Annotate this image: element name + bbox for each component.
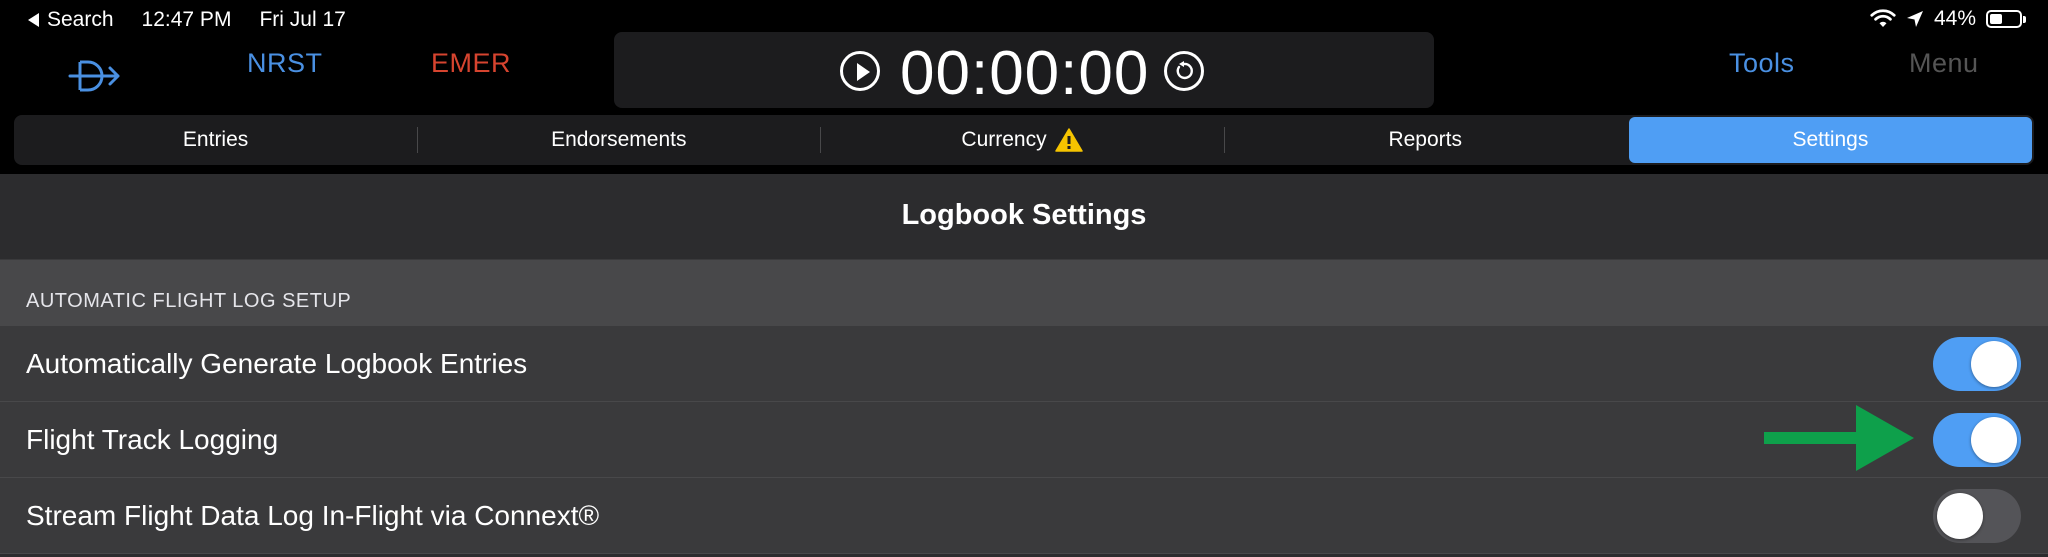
settings-content: Logbook Settings AUTOMATIC FLIGHT LOG SE…	[0, 174, 2048, 557]
direct-to-icon[interactable]	[68, 58, 122, 94]
tab-endorsements[interactable]: Endorsements	[417, 115, 820, 165]
play-icon[interactable]	[840, 51, 880, 91]
tab-label: Entries	[182, 128, 249, 151]
tab-label: Settings	[1792, 128, 1869, 151]
flight-track-toggle[interactable]	[1933, 413, 2021, 467]
warning-icon	[1054, 128, 1083, 152]
flight-timer: 00:00:00	[614, 32, 1434, 108]
tab-settings[interactable]: Settings	[1628, 117, 2033, 163]
setting-row-auto-generate: Automatically Generate Logbook Entries	[0, 326, 2048, 402]
tab-label: Endorsements	[551, 128, 687, 151]
section-label: AUTOMATIC FLIGHT LOG SETUP	[26, 290, 352, 312]
tab-label: Currency	[961, 128, 1047, 151]
title-bar: Logbook Settings	[0, 174, 2048, 260]
emer-button[interactable]: EMER	[431, 48, 511, 79]
tab-reports[interactable]: Reports	[1223, 115, 1627, 165]
setting-row-stream-connext: Stream Flight Data Log In-Flight via Con…	[0, 478, 2048, 554]
top-toolbar: NRST EMER 00:00:00 Tools Menu	[0, 14, 2048, 108]
tab-entries[interactable]: Entries	[14, 115, 417, 165]
reset-icon[interactable]	[1164, 51, 1204, 91]
tab-bar: Entries Endorsements Currency Reports Se…	[14, 115, 2034, 165]
timer-display: 00:00:00	[900, 39, 1150, 108]
menu-button[interactable]: Menu	[1909, 48, 1979, 79]
tab-label: Reports	[1388, 128, 1462, 151]
auto-generate-toggle[interactable]	[1933, 337, 2021, 391]
tab-currency[interactable]: Currency	[820, 115, 1223, 165]
reset-arrow-icon	[1176, 61, 1193, 80]
setting-row-flight-track: Flight Track Logging	[0, 402, 2048, 478]
stream-connext-toggle[interactable]	[1933, 489, 2021, 543]
toggle-knob	[1937, 493, 1983, 539]
setting-label: Flight Track Logging	[26, 424, 279, 455]
setting-label: Automatically Generate Logbook Entries	[26, 348, 528, 379]
nrst-button[interactable]: NRST	[247, 48, 323, 79]
green-arrow-annotation	[1764, 405, 1914, 471]
section-header: AUTOMATIC FLIGHT LOG SETUP	[0, 260, 2048, 326]
toggle-knob	[1971, 341, 2017, 387]
page-title: Logbook Settings	[901, 199, 1147, 231]
toggle-knob	[1971, 417, 2017, 463]
setting-label: Stream Flight Data Log In-Flight via Con…	[26, 500, 600, 531]
tools-button[interactable]: Tools	[1729, 48, 1795, 79]
